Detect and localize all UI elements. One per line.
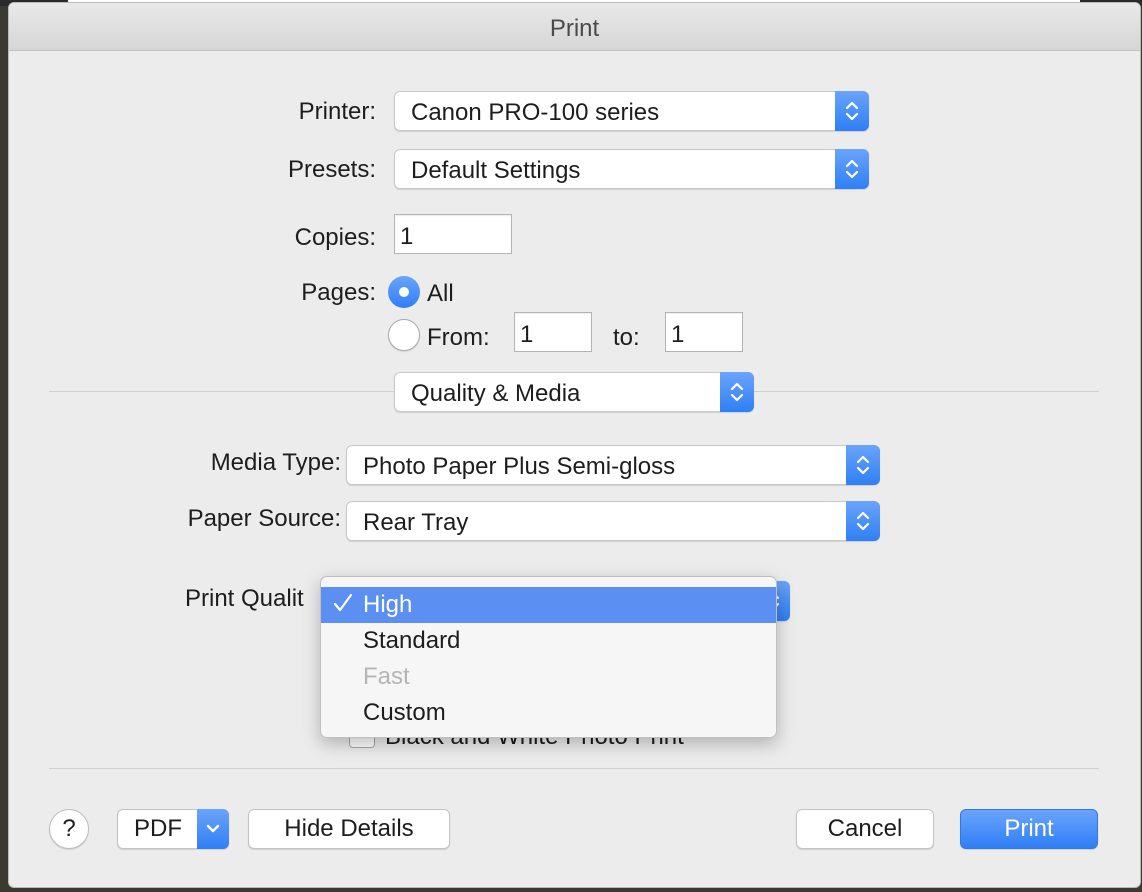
- menu-item-label: Standard: [363, 627, 461, 654]
- print-quality-label: Print Qualit: [185, 585, 304, 612]
- footer-divider: [49, 768, 1099, 769]
- pages-all-radio[interactable]: [388, 276, 420, 308]
- copies-field[interactable]: 1: [394, 214, 512, 254]
- presets-label: Presets:: [287, 156, 376, 183]
- print-dialog: Print Printer: Canon PRO-100 series Pres…: [8, 2, 1141, 888]
- printer-label: Printer:: [298, 98, 376, 125]
- panel-selector-popup[interactable]: Quality & Media: [394, 372, 754, 412]
- printer-popup[interactable]: Canon PRO-100 series: [394, 91, 869, 131]
- print-button[interactable]: Print: [960, 809, 1098, 849]
- menu-item-fast: Fast: [321, 659, 776, 695]
- up-down-chevron-icon: [835, 91, 869, 131]
- pages-to-field[interactable]: 1: [665, 312, 743, 352]
- pages-from-label: From:: [427, 324, 490, 351]
- pages-to-value: 1: [671, 321, 685, 348]
- up-down-chevron-icon: [720, 372, 754, 412]
- presets-popup[interactable]: Default Settings: [394, 149, 869, 189]
- paper-source-popup[interactable]: Rear Tray: [346, 501, 880, 541]
- help-button[interactable]: ?: [49, 809, 89, 849]
- pages-all-label: All: [427, 280, 454, 307]
- printer-value: Canon PRO-100 series: [411, 99, 660, 126]
- cancel-button[interactable]: Cancel: [796, 809, 934, 849]
- window-title: Print: [549, 15, 600, 42]
- paper-source-value: Rear Tray: [363, 509, 469, 536]
- panel-selector-value: Quality & Media: [411, 380, 581, 407]
- pages-from-field[interactable]: 1: [514, 312, 592, 352]
- up-down-chevron-icon: [846, 445, 880, 485]
- menu-item-custom[interactable]: Custom: [321, 695, 776, 731]
- media-type-value: Photo Paper Plus Semi-gloss: [363, 453, 676, 480]
- menu-item-label: Custom: [363, 699, 446, 726]
- menu-item-label: Fast: [363, 663, 410, 690]
- title-bar: Print: [9, 3, 1140, 51]
- hide-details-button[interactable]: Hide Details: [248, 809, 450, 849]
- pdf-label: PDF: [134, 815, 182, 842]
- presets-value: Default Settings: [411, 157, 581, 184]
- copies-value: 1: [400, 223, 414, 250]
- pages-label: Pages:: [301, 279, 376, 306]
- paper-source-label: Paper Source:: [187, 505, 341, 532]
- up-down-chevron-icon: [835, 149, 869, 189]
- print-quality-menu: High Standard Fast Custom: [320, 576, 777, 738]
- copies-label: Copies:: [294, 224, 376, 251]
- media-type-label: Media Type:: [210, 449, 341, 476]
- media-type-popup[interactable]: Photo Paper Plus Semi-gloss: [346, 445, 880, 485]
- checkmark-icon: [333, 591, 353, 622]
- up-down-chevron-icon: [846, 501, 880, 541]
- pages-from-value: 1: [520, 321, 534, 348]
- menu-item-label: High: [363, 591, 413, 618]
- menu-item-standard[interactable]: Standard: [321, 623, 776, 659]
- menu-item-high[interactable]: High: [321, 587, 776, 623]
- pdf-menu-button[interactable]: PDF: [117, 809, 229, 849]
- pages-from-radio[interactable]: [388, 319, 420, 351]
- chevron-down-icon: [197, 809, 229, 849]
- pages-to-label: to:: [613, 324, 640, 351]
